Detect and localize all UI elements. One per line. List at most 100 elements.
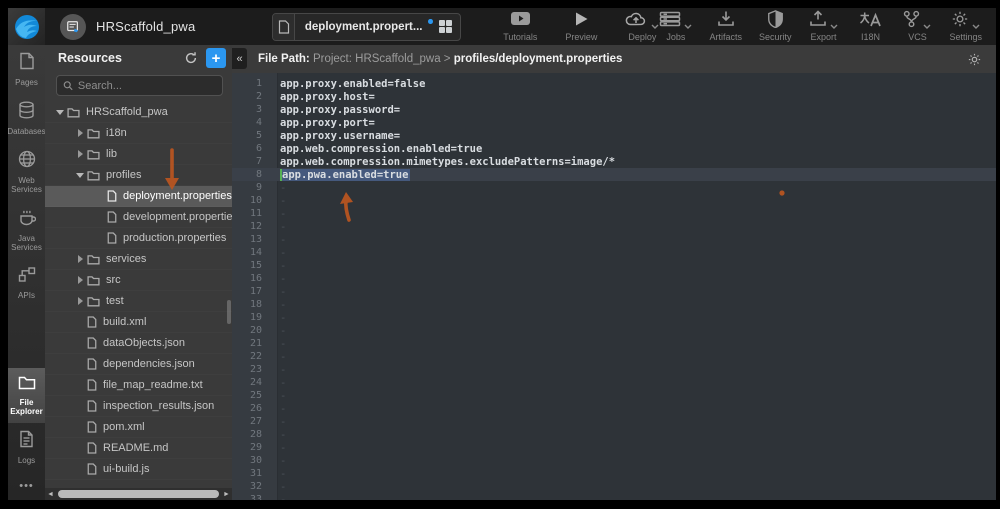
- code-line-32[interactable]: 32-: [232, 480, 996, 493]
- code-line-4[interactable]: 4app.proxy.port=: [232, 116, 996, 129]
- code-line-3[interactable]: 3app.proxy.password=: [232, 103, 996, 116]
- code-line-12[interactable]: 12-: [232, 220, 996, 233]
- tree-item-inspection-results-json[interactable]: inspection_results.json: [45, 396, 232, 417]
- code-line-31[interactable]: 31-: [232, 467, 996, 480]
- expander-closed-icon[interactable]: [75, 297, 85, 305]
- code-line-13[interactable]: 13-: [232, 233, 996, 246]
- tree-item-dataobjects-json[interactable]: dataObjects.json: [45, 333, 232, 354]
- tree-item-file-map-readme-txt[interactable]: file_map_readme.txt: [45, 375, 232, 396]
- vcs-button[interactable]: VCS: [902, 11, 932, 42]
- code-line-5[interactable]: 5app.proxy.username=: [232, 129, 996, 142]
- code-line-15[interactable]: 15-: [232, 259, 996, 272]
- tree-item-deployment-properties[interactable]: deployment.properties: [45, 186, 232, 207]
- code-line-27[interactable]: 27-: [232, 415, 996, 428]
- preview-button[interactable]: Preview: [565, 11, 597, 42]
- code-line-20[interactable]: 20-: [232, 324, 996, 337]
- tree-item-ui-build-js[interactable]: ui-build.js: [45, 459, 232, 480]
- sidebar-item-pages[interactable]: Pages: [8, 45, 45, 94]
- code-editor[interactable]: 1app.proxy.enabled=false2app.proxy.host=…: [232, 73, 996, 500]
- sidebar-more-button[interactable]: •••: [8, 472, 45, 500]
- code-line-28[interactable]: 28-: [232, 428, 996, 441]
- add-resource-button[interactable]: +: [206, 48, 226, 68]
- security-button[interactable]: Security: [759, 11, 792, 42]
- code-line-1[interactable]: 1app.proxy.enabled=false: [232, 77, 996, 90]
- artifacts-button[interactable]: Artifacts: [709, 11, 742, 42]
- tree-item-i18n[interactable]: i18n: [45, 123, 232, 144]
- tree-item-hrscaffold-pwa[interactable]: HRScaffold_pwa: [45, 102, 232, 123]
- tree-item-services[interactable]: services: [45, 249, 232, 270]
- code-line-2[interactable]: 2app.proxy.host=: [232, 90, 996, 103]
- sidebar-item-logs[interactable]: Logs: [8, 423, 45, 472]
- tree-item-dependencies-json[interactable]: dependencies.json: [45, 354, 232, 375]
- code-line-23[interactable]: 23-: [232, 363, 996, 376]
- sidebar-item-apis[interactable]: APIs: [8, 259, 45, 307]
- code-line-10[interactable]: 10-: [232, 194, 996, 207]
- code-line-7[interactable]: 7app.web.compression.mimetypes.excludePa…: [232, 155, 996, 168]
- project-switcher[interactable]: HRScaffold_pwa: [60, 14, 195, 40]
- empty-line-mark: -: [280, 260, 286, 272]
- code-text: app.web.compression.enabled=true: [280, 143, 482, 155]
- code-line-8[interactable]: 8app.pwa.enabled=true: [232, 168, 996, 181]
- scroll-left-icon[interactable]: ◄: [45, 488, 56, 500]
- sidebar-item-web-services[interactable]: Web Services: [8, 143, 45, 201]
- tree-item-readme-md[interactable]: README.md: [45, 438, 232, 459]
- code-line-30[interactable]: 30-: [232, 454, 996, 467]
- tree-item-src[interactable]: src: [45, 270, 232, 291]
- vertical-scrollbar[interactable]: [227, 300, 231, 324]
- expander-closed-icon[interactable]: [75, 129, 85, 137]
- horizontal-scrollbar[interactable]: ◄ ►: [45, 488, 232, 500]
- tree-item-lib[interactable]: lib: [45, 144, 232, 165]
- jobs-button[interactable]: Jobs: [659, 11, 692, 42]
- dashboard-grid-icon[interactable]: [439, 20, 453, 34]
- code-line-16[interactable]: 16-: [232, 272, 996, 285]
- search-box[interactable]: [56, 75, 223, 96]
- code-line-22[interactable]: 22-: [232, 350, 996, 363]
- sidebar-item-file-explorer[interactable]: File Explorer: [8, 368, 45, 423]
- line-number: 24: [232, 377, 270, 388]
- tutorials-button[interactable]: Tutorials: [503, 11, 537, 42]
- code-line-29[interactable]: 29-: [232, 441, 996, 454]
- tree-item-development-properties[interactable]: development.properties: [45, 207, 232, 228]
- code-line-18[interactable]: 18-: [232, 298, 996, 311]
- code-line-17[interactable]: 17-: [232, 285, 996, 298]
- expander-closed-icon[interactable]: [75, 276, 85, 284]
- expander-open-icon[interactable]: [55, 110, 65, 115]
- code-line-26[interactable]: 26-: [232, 402, 996, 415]
- code-line-11[interactable]: 11-: [232, 207, 996, 220]
- tree-item-pom-xml[interactable]: pom.xml: [45, 417, 232, 438]
- empty-line-mark: -: [280, 429, 286, 441]
- line-number: 20: [232, 325, 270, 336]
- export-button[interactable]: Export: [808, 11, 838, 42]
- code-line-21[interactable]: 21-: [232, 337, 996, 350]
- sidebar-item-java-services[interactable]: Java Services: [8, 201, 45, 259]
- editor-settings-gear-icon[interactable]: [967, 52, 982, 67]
- code-line-14[interactable]: 14-: [232, 246, 996, 259]
- collapse-panel-icon[interactable]: «: [232, 48, 247, 69]
- tree-item-production-properties[interactable]: production.properties: [45, 228, 232, 249]
- sidebar-item-databases[interactable]: Databases: [8, 94, 45, 143]
- code-line-33[interactable]: 33-: [232, 493, 996, 500]
- code-line-19[interactable]: 19-: [232, 311, 996, 324]
- deploy-button[interactable]: Deploy: [625, 11, 659, 42]
- file-icon: [107, 190, 117, 202]
- wavemaker-logo[interactable]: [8, 8, 45, 45]
- code-line-24[interactable]: 24-: [232, 376, 996, 389]
- refresh-icon[interactable]: [182, 49, 200, 67]
- i18n-button[interactable]: I18N: [855, 11, 885, 42]
- tree-item-test[interactable]: test: [45, 291, 232, 312]
- line-number: 12: [232, 221, 270, 232]
- code-line-9[interactable]: 9-: [232, 181, 996, 194]
- search-input[interactable]: [78, 80, 216, 92]
- scroll-right-icon[interactable]: ►: [221, 488, 232, 500]
- expander-closed-icon[interactable]: [75, 150, 85, 158]
- open-file-tab[interactable]: deployment.propert...: [272, 13, 461, 41]
- expander-open-icon[interactable]: [75, 173, 85, 178]
- tree-item-build-xml[interactable]: build.xml: [45, 312, 232, 333]
- settings-button[interactable]: Settings: [949, 11, 982, 42]
- code-line-6[interactable]: 6app.web.compression.enabled=true: [232, 142, 996, 155]
- tree-item-profiles[interactable]: profiles: [45, 165, 232, 186]
- code-line-25[interactable]: 25-: [232, 389, 996, 402]
- expander-closed-icon[interactable]: [75, 255, 85, 263]
- scrollbar-thumb[interactable]: [58, 490, 219, 498]
- java-icon: [18, 208, 36, 231]
